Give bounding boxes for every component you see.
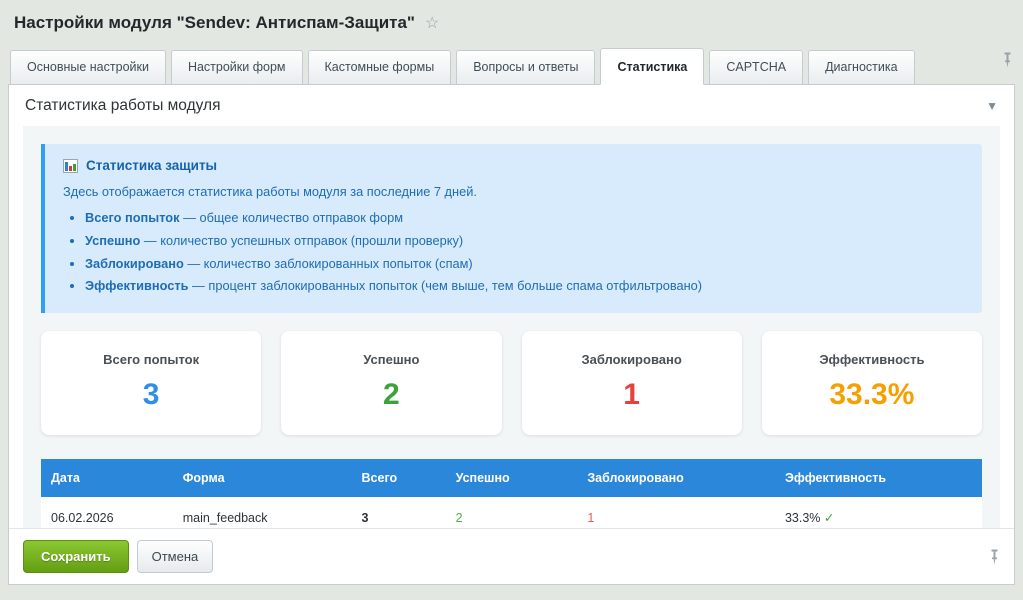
- page-title: Настройки модуля "Sendev: Антиспам-Защит…: [14, 13, 415, 33]
- info-box: Статистика защиты Здесь отображается ста…: [41, 144, 982, 313]
- table-header-blocked: Заблокировано: [577, 459, 775, 497]
- legend-item: Успешно — количество успешных отправок (…: [85, 230, 964, 253]
- section-header: Статистика работы модуля ▼: [9, 85, 1014, 126]
- favorite-star-icon[interactable]: ☆: [425, 16, 439, 32]
- stat-card-label: Всего попыток: [41, 352, 261, 367]
- cell-efficiency: 33.3% ✓: [775, 497, 982, 528]
- cell-total: 3: [352, 497, 446, 528]
- tab-main-settings[interactable]: Основные настройки: [10, 50, 166, 85]
- table-header-date: Дата: [41, 459, 173, 497]
- stat-card-value: 1: [522, 378, 742, 412]
- cell-form: main_feedback: [173, 497, 352, 528]
- stat-card-label: Эффективность: [762, 352, 982, 367]
- stat-card-efficiency: Эффективность 33.3%: [762, 331, 982, 435]
- stat-card-label: Успешно: [281, 352, 501, 367]
- stat-cards-row: Всего попыток 3 Успешно 2 Заблокировано …: [41, 331, 982, 435]
- tab-custom-forms[interactable]: Кастомные формы: [308, 50, 452, 85]
- info-box-title: Статистика защиты: [86, 158, 217, 173]
- tab-diagnostics[interactable]: Диагностика: [808, 50, 914, 85]
- page-header: Настройки модуля "Sendev: Антиспам-Защит…: [0, 0, 1023, 40]
- stat-card-label: Заблокировано: [522, 352, 742, 367]
- cancel-button[interactable]: Отмена: [137, 540, 214, 573]
- check-icon: ✓: [824, 511, 834, 525]
- tab-questions-answers[interactable]: Вопросы и ответы: [456, 50, 595, 85]
- stat-card-success: Успешно 2: [281, 331, 501, 435]
- table-header-efficiency: Эффективность: [775, 459, 982, 497]
- stat-card-value: 33.3%: [762, 378, 982, 412]
- table-row: 06.02.2026 main_feedback 3 2 1 33.3% ✓: [41, 497, 982, 528]
- table-header-success: Успешно: [446, 459, 578, 497]
- table-header-form: Форма: [173, 459, 352, 497]
- pin-icon[interactable]: [989, 549, 1000, 565]
- stat-card-blocked: Заблокировано 1: [522, 331, 742, 435]
- stat-card-value: 2: [281, 378, 501, 412]
- bar-chart-icon: [63, 159, 78, 173]
- tab-statistics[interactable]: Статистика: [600, 48, 704, 85]
- legend-item: Эффективность — процент заблокированных …: [85, 275, 964, 298]
- pin-icon[interactable]: [1002, 52, 1013, 68]
- statistics-table: Дата Форма Всего Успешно Заблокировано Э…: [41, 459, 982, 528]
- tab-form-settings[interactable]: Настройки форм: [171, 50, 303, 85]
- info-box-legend: Всего попыток — общее количество отправо…: [63, 207, 964, 298]
- legend-item: Всего попыток — общее количество отправо…: [85, 207, 964, 230]
- settings-panel: Статистика работы модуля ▼ Статистика за…: [8, 84, 1015, 585]
- stat-card-value: 3: [41, 378, 261, 412]
- section-title: Статистика работы модуля: [25, 97, 220, 115]
- table-header-row: Дата Форма Всего Успешно Заблокировано Э…: [41, 459, 982, 497]
- table-header-total: Всего: [352, 459, 446, 497]
- cell-success: 2: [446, 497, 578, 528]
- cell-date: 06.02.2026: [41, 497, 173, 528]
- stat-card-total: Всего попыток 3: [41, 331, 261, 435]
- cell-blocked: 1: [577, 497, 775, 528]
- info-box-description: Здесь отображается статистика работы мод…: [63, 184, 964, 199]
- tabs-bar: Основные настройки Настройки форм Кастом…: [8, 44, 1015, 84]
- chevron-down-icon[interactable]: ▼: [986, 99, 998, 113]
- info-box-title-row: Статистика защиты: [63, 158, 964, 173]
- footer-bar: Сохранить Отмена: [9, 528, 1014, 584]
- save-button[interactable]: Сохранить: [23, 540, 129, 573]
- tab-captcha[interactable]: CAPTCHA: [709, 50, 803, 85]
- legend-item: Заблокировано — количество заблокированн…: [85, 253, 964, 276]
- statistics-content: Статистика защиты Здесь отображается ста…: [23, 126, 1000, 528]
